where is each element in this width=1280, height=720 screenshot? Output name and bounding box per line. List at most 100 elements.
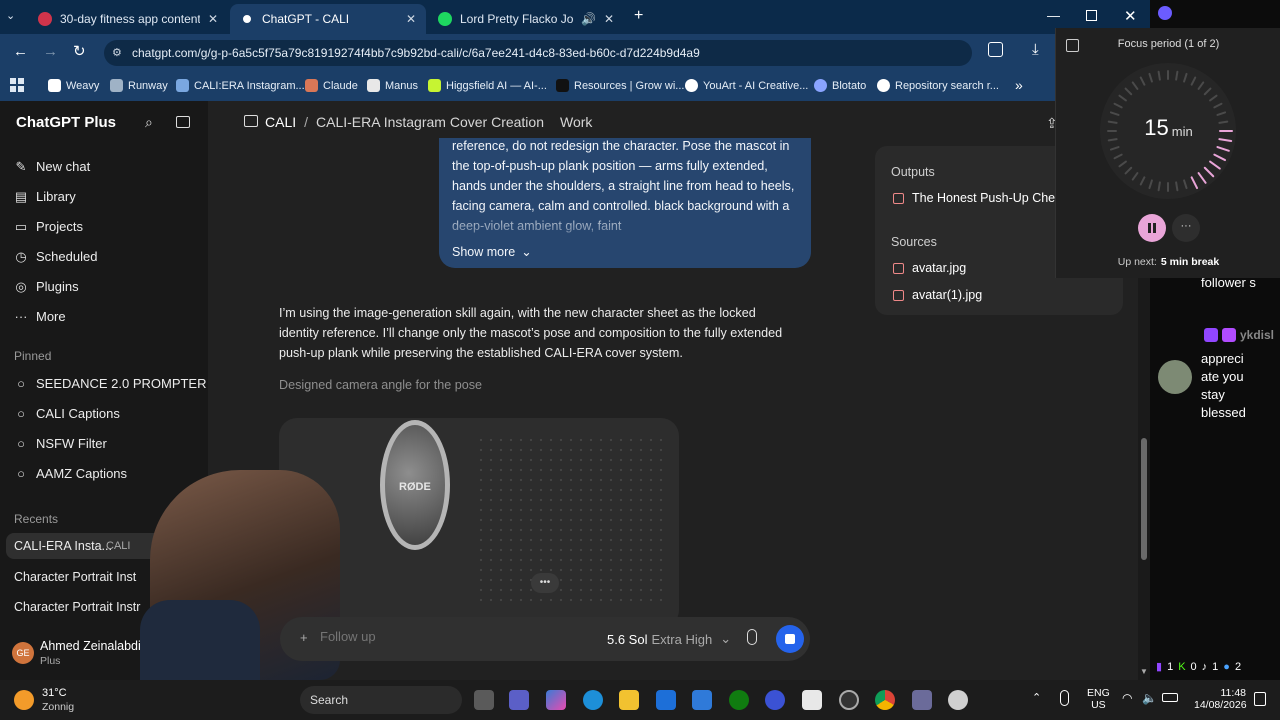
chat-title[interactable]: CALI-ERA Instagram Cover Creation bbox=[316, 114, 544, 130]
sidebar-item-scheduled[interactable]: ◷ Scheduled bbox=[14, 249, 97, 264]
library-icon: ▤ bbox=[14, 188, 28, 204]
bookmark-resources[interactable]: Resources | Grow wi... bbox=[556, 79, 684, 92]
bookmark-claude[interactable]: Claude bbox=[305, 79, 358, 92]
maximize-button[interactable] bbox=[1086, 10, 1097, 21]
more-options-button[interactable]: ··· bbox=[1172, 214, 1200, 242]
pinned-item[interactable]: ○ SEEDANCE 2.0 PROMPTER bbox=[14, 376, 206, 391]
site-info-icon[interactable]: ⚙ bbox=[112, 46, 122, 59]
language-indicator[interactable]: ENG US bbox=[1087, 687, 1110, 711]
stop-button[interactable] bbox=[776, 625, 804, 653]
mic-brand: RØDE bbox=[399, 481, 431, 493]
model-selector[interactable]: 5.6 Sol Extra High ⌄ bbox=[607, 631, 731, 647]
sidebar-item-more[interactable]: ··· More bbox=[14, 309, 66, 324]
microphone-icon[interactable] bbox=[1060, 690, 1069, 706]
bookmark-higgsfield[interactable]: Higgsfield AI — AI-... bbox=[428, 79, 547, 92]
wifi-icon[interactable]: ◠ bbox=[1122, 691, 1132, 705]
minimize-button[interactable]: — bbox=[1047, 8, 1060, 23]
new-tab-button[interactable]: + bbox=[634, 7, 643, 25]
tab-chatgpt[interactable]: ChatGPT - CALI ✕ bbox=[230, 4, 426, 34]
pinned-item[interactable]: ○ CALI Captions bbox=[14, 406, 120, 421]
file-explorer-icon[interactable] bbox=[619, 690, 639, 710]
breadcrumb-project[interactable]: CALI bbox=[265, 114, 296, 130]
battery-icon[interactable] bbox=[1162, 693, 1178, 702]
weather-temp[interactable]: 31°C bbox=[42, 687, 67, 699]
scroll-down-icon[interactable]: ▼ bbox=[1140, 667, 1148, 676]
recent-item[interactable]: Character Portrait Instr bbox=[14, 600, 140, 614]
user-message-bubble: reference, do not redesign the character… bbox=[439, 138, 811, 268]
user-name[interactable]: Ahmed Zeinalabdin bbox=[40, 639, 148, 653]
source-item[interactable]: avatar.jpg bbox=[893, 261, 966, 275]
forward-button[interactable]: → bbox=[43, 43, 58, 60]
plus-icon[interactable]: + bbox=[300, 630, 308, 645]
download-icon[interactable]: ⤓ bbox=[1032, 41, 1039, 58]
sidebar-item-projects[interactable]: ▭ Projects bbox=[14, 219, 83, 234]
apps-grid-icon[interactable] bbox=[10, 78, 24, 92]
resources-icon bbox=[556, 79, 569, 92]
edge-icon[interactable] bbox=[583, 690, 603, 710]
project-tag: CALI bbox=[106, 540, 131, 552]
speaker-icon[interactable]: 🔊 bbox=[581, 12, 596, 26]
clock[interactable]: 11:48 14/08/2026 bbox=[1194, 687, 1247, 711]
brand-title: ChatGPT Plus bbox=[16, 114, 117, 131]
taskbar-search[interactable]: Search bbox=[300, 686, 462, 714]
close-icon[interactable]: ✕ bbox=[604, 12, 614, 26]
xbox-icon[interactable] bbox=[729, 690, 749, 710]
volume-icon[interactable]: 🔈 bbox=[1142, 691, 1157, 705]
bookmark-weavy[interactable]: Weavy bbox=[48, 79, 99, 92]
app-icon[interactable] bbox=[692, 690, 712, 710]
pinned-item[interactable]: ○ NSFW Filter bbox=[14, 436, 107, 451]
chrome-icon[interactable] bbox=[875, 690, 895, 710]
webcam-person-shorts bbox=[140, 600, 260, 680]
avatar[interactable]: GE bbox=[12, 642, 34, 664]
teams-icon[interactable] bbox=[509, 690, 529, 710]
app-icon[interactable] bbox=[802, 690, 822, 710]
task-view-icon[interactable] bbox=[474, 690, 494, 710]
assistant-response: I’m using the image-generation skill aga… bbox=[279, 306, 783, 360]
sidebar-item-new-chat[interactable]: ✎ New chat bbox=[14, 159, 91, 174]
bookmark-github[interactable]: Repository search r... bbox=[877, 79, 999, 92]
show-more-button[interactable]: Show more ⌄ bbox=[452, 244, 532, 260]
pinned-item[interactable]: ○ AAMZ Captions bbox=[14, 466, 127, 481]
reload-button[interactable]: ↻ bbox=[73, 42, 86, 60]
more-bookmarks-button[interactable]: » bbox=[1015, 77, 1023, 93]
bookmark-caliera[interactable]: CALI:ERA Instagram... bbox=[176, 79, 305, 92]
weather-sun-icon[interactable] bbox=[14, 690, 34, 710]
app-icon[interactable] bbox=[765, 690, 785, 710]
window-close-button[interactable]: ✕ bbox=[1124, 7, 1137, 25]
close-icon[interactable]: ✕ bbox=[406, 12, 416, 26]
dial-tick bbox=[1157, 70, 1161, 81]
extensions-icon[interactable] bbox=[988, 42, 1003, 57]
tab-fitness[interactable]: 30-day fitness app content cale ✕ bbox=[28, 4, 228, 34]
app-icon[interactable] bbox=[912, 690, 932, 710]
bookmark-manus[interactable]: Manus bbox=[367, 79, 418, 92]
tab-search-icon[interactable]: ⌄ bbox=[6, 9, 15, 22]
back-button[interactable]: ← bbox=[13, 43, 28, 60]
sidebar-toggle-icon[interactable] bbox=[176, 116, 190, 128]
outlook-icon[interactable] bbox=[656, 690, 676, 710]
tray-expand-icon[interactable]: ⌃ bbox=[1032, 691, 1041, 704]
address-bar[interactable]: ⚙ chatgpt.com/g/g-p-6a5c5f75a79c81919274… bbox=[104, 40, 972, 66]
copilot-icon[interactable] bbox=[546, 690, 566, 710]
bookmark-youart[interactable]: YouArt - AI Creative... bbox=[685, 79, 808, 92]
pause-button[interactable] bbox=[1138, 214, 1166, 242]
assistant-status[interactable]: Designed camera angle for the pose bbox=[279, 378, 482, 392]
bookmark-blotato[interactable]: Blotato bbox=[814, 79, 866, 92]
bookmark-runway[interactable]: Runway bbox=[110, 79, 168, 92]
composer[interactable]: + 5.6 Sol Extra High ⌄ bbox=[280, 617, 810, 661]
close-icon[interactable]: ✕ bbox=[208, 12, 218, 26]
sidebar-item-plugins[interactable]: ◎ Plugins bbox=[14, 279, 78, 294]
sidebar-item-library[interactable]: ▤ Library bbox=[14, 189, 76, 204]
microphone-icon[interactable] bbox=[747, 629, 757, 645]
notification-icon[interactable] bbox=[1254, 692, 1266, 706]
tab-spotify[interactable]: Lord Pretty Flacko Jodye 2 ( 🔊 ✕ bbox=[428, 4, 624, 34]
app-icon[interactable] bbox=[948, 690, 968, 710]
image-options-button[interactable]: ••• bbox=[531, 573, 559, 593]
search-icon[interactable]: ⌕ bbox=[145, 114, 153, 131]
recent-item[interactable]: Character Portrait Inst bbox=[14, 570, 136, 584]
output-item[interactable]: The Honest Push-Up Check bbox=[893, 191, 1068, 205]
scrollbar-thumb[interactable] bbox=[1141, 438, 1147, 560]
source-item[interactable]: avatar(1).jpg bbox=[893, 288, 982, 302]
kick-icon: K bbox=[1178, 660, 1186, 673]
obs-icon[interactable] bbox=[839, 690, 859, 710]
composer-input[interactable] bbox=[320, 629, 560, 644]
